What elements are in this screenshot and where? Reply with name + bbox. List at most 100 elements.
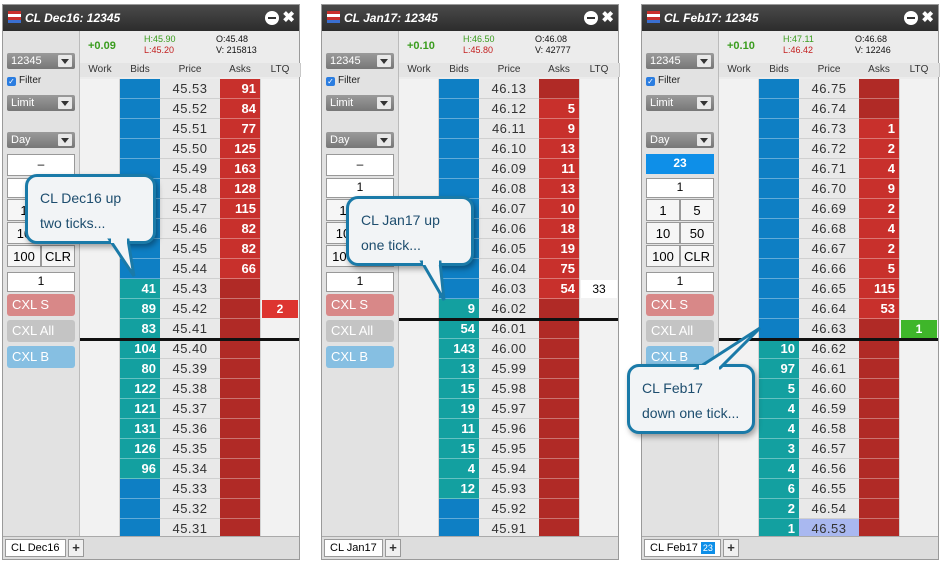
qty-clear-button[interactable]: CLR: [680, 245, 714, 267]
qty-button-5[interactable]: 5: [680, 199, 714, 221]
bid-cell[interactable]: 12: [439, 479, 479, 499]
ask-cell[interactable]: 13: [539, 139, 579, 159]
work-cell[interactable]: [80, 99, 120, 119]
work-cell[interactable]: [719, 199, 759, 219]
ask-cell[interactable]: 4: [859, 159, 899, 179]
work-cell[interactable]: [399, 419, 439, 439]
close-icon[interactable]: ✖: [601, 8, 614, 26]
window-titlebar[interactable]: CL Feb17: 12345 ✖: [642, 5, 938, 31]
minimize-icon[interactable]: [904, 11, 918, 25]
ask-cell[interactable]: 11: [539, 159, 579, 179]
ladder-row[interactable]: 54 46.01: [399, 319, 618, 339]
ask-cell[interactable]: 2: [859, 139, 899, 159]
window-titlebar[interactable]: CL Jan17: 12345 ✖: [322, 5, 618, 31]
bid-cell[interactable]: [120, 119, 160, 139]
ask-cell[interactable]: [859, 499, 899, 519]
ask-cell[interactable]: 1: [859, 119, 899, 139]
cancel-sells-button[interactable]: CXL S: [646, 294, 714, 316]
work-cell[interactable]: [80, 419, 120, 439]
work-cell[interactable]: [719, 99, 759, 119]
close-icon[interactable]: ✖: [282, 8, 295, 26]
ladder-row[interactable]: 46.11 9: [399, 119, 618, 139]
quantity-input[interactable]: 1: [7, 272, 75, 292]
work-cell[interactable]: [80, 359, 120, 379]
add-tab-button[interactable]: +: [68, 539, 84, 557]
ladder-row[interactable]: 46.75: [719, 79, 938, 99]
ask-cell[interactable]: 84: [220, 99, 260, 119]
ask-cell[interactable]: 75: [539, 259, 579, 279]
work-cell[interactable]: [80, 319, 120, 339]
quantity-input[interactable]: 1: [646, 272, 714, 292]
ask-cell[interactable]: 66: [220, 259, 260, 279]
ladder-row[interactable]: 15 45.95: [399, 439, 618, 459]
ask-cell[interactable]: [539, 499, 579, 519]
bid-cell[interactable]: 11: [439, 419, 479, 439]
ladder-row[interactable]: 46.64 53: [719, 299, 938, 319]
bid-cell[interactable]: 13: [439, 359, 479, 379]
ladder-row[interactable]: 143 46.00: [399, 339, 618, 359]
bid-cell[interactable]: [439, 119, 479, 139]
work-cell[interactable]: [399, 399, 439, 419]
filter-checkbox[interactable]: ✓ Filter: [326, 75, 394, 86]
bid-cell[interactable]: 3: [759, 439, 799, 459]
ask-cell[interactable]: 5: [859, 259, 899, 279]
quantity-input-value[interactable]: 1: [7, 272, 75, 292]
bid-cell[interactable]: [759, 219, 799, 239]
ask-cell[interactable]: 53: [859, 299, 899, 319]
ask-cell[interactable]: 115: [220, 199, 260, 219]
quantity-top-field[interactable]: 1: [326, 178, 394, 198]
ask-cell[interactable]: [220, 479, 260, 499]
add-tab-button[interactable]: +: [723, 539, 739, 557]
ask-cell[interactable]: 9: [859, 179, 899, 199]
ladder-row[interactable]: 46.67 2: [719, 239, 938, 259]
ask-cell[interactable]: [220, 339, 260, 359]
ask-cell[interactable]: [220, 279, 260, 299]
work-cell[interactable]: [719, 299, 759, 319]
ladder-row[interactable]: 121 45.37: [80, 399, 299, 419]
ask-cell[interactable]: 5: [539, 99, 579, 119]
ladder-row[interactable]: 2 46.54: [719, 499, 938, 519]
work-cell[interactable]: [719, 279, 759, 299]
ask-cell[interactable]: [539, 439, 579, 459]
cancel-all-button[interactable]: CXL All: [326, 320, 394, 342]
ladder-row[interactable]: 89 45.42 2: [80, 299, 299, 319]
ask-cell[interactable]: [859, 399, 899, 419]
ask-cell[interactable]: 115: [859, 279, 899, 299]
bid-cell[interactable]: 5: [759, 379, 799, 399]
ask-cell[interactable]: [859, 439, 899, 459]
bid-cell[interactable]: [120, 79, 160, 99]
bid-cell[interactable]: 2: [759, 499, 799, 519]
work-cell[interactable]: [80, 499, 120, 519]
bid-cell[interactable]: [439, 139, 479, 159]
ladder-row[interactable]: 122 45.38: [80, 379, 299, 399]
ask-cell[interactable]: 10: [539, 199, 579, 219]
ladder-row[interactable]: 46.65 115: [719, 279, 938, 299]
work-cell[interactable]: [399, 499, 439, 519]
ladder-row[interactable]: 80 45.39: [80, 359, 299, 379]
ask-cell[interactable]: 82: [220, 239, 260, 259]
bid-cell[interactable]: 4: [759, 459, 799, 479]
qty-button-100[interactable]: 100: [646, 245, 680, 267]
time-in-force-dropdown[interactable]: Day: [326, 132, 394, 148]
bid-cell[interactable]: 4: [439, 459, 479, 479]
work-cell[interactable]: [399, 379, 439, 399]
ask-cell[interactable]: [220, 459, 260, 479]
qty-button-50[interactable]: 50: [680, 222, 714, 244]
price-ladder[interactable]: 45.53 91 45.52 84 45.51 77 45.50 125 45.49 163 45.…: [80, 77, 299, 539]
work-cell[interactable]: [399, 99, 439, 119]
work-cell[interactable]: [80, 379, 120, 399]
filter-checkbox[interactable]: ✓ Filter: [7, 75, 75, 86]
bid-cell[interactable]: 104: [120, 339, 160, 359]
ask-cell[interactable]: [539, 379, 579, 399]
bid-cell[interactable]: [759, 99, 799, 119]
work-cell[interactable]: [719, 459, 759, 479]
work-cell[interactable]: [399, 119, 439, 139]
work-cell[interactable]: [399, 459, 439, 479]
ladder-row[interactable]: 13 45.99: [399, 359, 618, 379]
work-cell[interactable]: [80, 339, 120, 359]
window-titlebar[interactable]: CL Dec16: 12345 ✖: [3, 5, 299, 31]
bid-cell[interactable]: 19: [439, 399, 479, 419]
bid-cell[interactable]: 80: [120, 359, 160, 379]
ask-cell[interactable]: 2: [859, 239, 899, 259]
work-cell[interactable]: [80, 459, 120, 479]
